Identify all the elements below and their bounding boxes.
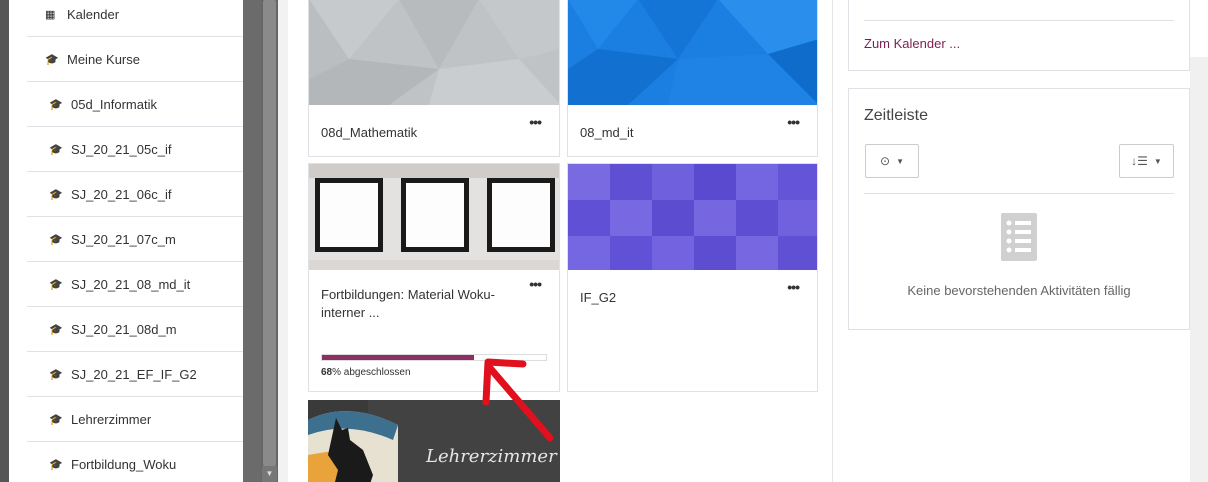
course-progress-fill bbox=[322, 355, 475, 360]
scroll-down-arrow-icon[interactable]: ▼ bbox=[262, 466, 277, 482]
graduation-cap-icon: 🎓 bbox=[49, 143, 63, 156]
page-scrollbar[interactable] bbox=[1190, 57, 1208, 482]
right-sidebar: Zum Kalender ... Zeitleiste ⊙ ▼ ↓☰ ▼ Keine… bbox=[833, 0, 1208, 482]
sidebar-item-course[interactable]: 🎓 SJ_20_21_08_md_it bbox=[27, 262, 243, 307]
sort-icon: ↓☰ bbox=[1131, 154, 1148, 168]
graduation-cap-icon: 🎓 bbox=[49, 368, 63, 381]
sidebar-item-label: SJ_20_21_05c_if bbox=[71, 141, 172, 157]
course-card[interactable]: 08_md_it ••• bbox=[567, 0, 818, 157]
course-menu-icon[interactable]: ••• bbox=[529, 276, 542, 292]
clock-icon: ⊙ bbox=[880, 154, 891, 168]
caret-down-icon: ▼ bbox=[896, 156, 904, 166]
course-card[interactable]: 08d_Mathematik ••• bbox=[308, 0, 560, 157]
annotation-arrow-icon bbox=[482, 358, 554, 442]
course-title[interactable]: 08_md_it bbox=[580, 124, 633, 142]
timeline-filter-dropdown[interactable]: ⊙ ▼ bbox=[865, 144, 919, 178]
course-menu-icon[interactable]: ••• bbox=[529, 114, 542, 130]
graduation-cap-icon: 🎓 bbox=[49, 323, 63, 336]
course-card[interactable]: IF_G2 ••• bbox=[567, 163, 818, 392]
sidebar-item-course[interactable]: 🎓 Fortbildung_Woku bbox=[27, 442, 243, 482]
graduation-cap-icon: 🎓 bbox=[49, 413, 63, 426]
course-menu-icon[interactable]: ••• bbox=[787, 279, 800, 295]
calendar-link[interactable]: Zum Kalender ... bbox=[864, 36, 960, 51]
sidebar-item-course[interactable]: 🎓 SJ_20_21_08d_m bbox=[27, 307, 243, 352]
sidebar-item-course[interactable]: 🎓 SJ_20_21_05c_if bbox=[27, 127, 243, 172]
sidebar-item-course[interactable]: 🎓 Lehrerzimmer bbox=[27, 397, 243, 442]
sidebar-item-label: Meine Kurse bbox=[67, 51, 140, 67]
sidebar-item-kalender[interactable]: ▦ Kalender bbox=[27, 0, 243, 37]
sidebar-item-meine-kurse[interactable]: 🎓 Meine Kurse bbox=[27, 37, 243, 82]
graduation-cap-icon: 🎓 bbox=[45, 53, 59, 66]
course-image bbox=[309, 164, 559, 270]
sidebar-item-label: SJ_20_21_07c_m bbox=[71, 231, 176, 247]
divider bbox=[864, 193, 1174, 194]
divider bbox=[864, 20, 1174, 21]
sidebar-item-label: Kalender bbox=[67, 6, 120, 22]
course-menu-icon[interactable]: ••• bbox=[787, 114, 800, 130]
course-title[interactable]: IF_G2 bbox=[580, 289, 616, 307]
course-progress-label: 68% abgeschlossen bbox=[321, 367, 411, 378]
calendar-panel: Zum Kalender ... bbox=[848, 0, 1190, 71]
course-image bbox=[568, 0, 817, 105]
course-title[interactable]: Fortbildungen: Material Woku-interner ..… bbox=[321, 286, 526, 322]
course-image-label: Lehrerzimmer bbox=[425, 446, 558, 467]
graduation-cap-icon: 🎓 bbox=[49, 98, 63, 111]
graduation-cap-icon: 🎓 bbox=[49, 459, 63, 471]
sidebar-item-label: SJ_20_21_EF_IF_G2 bbox=[71, 366, 197, 382]
timeline-title: Zeitleiste bbox=[864, 107, 929, 124]
calendar-icon: ▦ bbox=[45, 8, 56, 21]
timeline-sort-dropdown[interactable]: ↓☰ ▼ bbox=[1119, 144, 1174, 178]
sidebar-item-course[interactable]: 🎓 05d_Informatik bbox=[27, 82, 243, 127]
sidebar-item-label: SJ_20_21_08d_m bbox=[71, 321, 177, 337]
sidebar-item-label: SJ_20_21_08_md_it bbox=[71, 276, 191, 292]
course-image bbox=[568, 164, 817, 270]
course-title[interactable]: 08d_Mathematik bbox=[321, 124, 417, 142]
graduation-cap-icon: 🎓 bbox=[49, 278, 63, 291]
caret-down-icon: ▼ bbox=[1153, 156, 1162, 166]
sidebar-item-label: Lehrerzimmer bbox=[71, 411, 152, 427]
sidebar-item-course[interactable]: 🎓 SJ_20_21_EF_IF_G2 bbox=[27, 352, 243, 397]
graduation-cap-icon: 🎓 bbox=[49, 188, 63, 201]
sidebar-item-label: 05d_Informatik bbox=[71, 96, 157, 112]
sidebar-nav: ▦ Kalender 🎓 Meine Kurse 🎓 05d_Informati… bbox=[9, 0, 243, 482]
course-overview: 08d_Mathematik ••• 08_md_it ••• Fortbild… bbox=[288, 0, 833, 482]
sidebar-item-course[interactable]: 🎓 SJ_20_21_07c_m bbox=[27, 217, 243, 262]
timeline-empty-message: Keine bevorstehenden Aktivitäten fällig bbox=[907, 283, 1131, 298]
sidebar-item-label: Fortbildung_Woku bbox=[71, 457, 177, 472]
window-edge bbox=[0, 0, 9, 482]
sidebar-item-course[interactable]: 🎓 SJ_20_21_06c_if bbox=[27, 172, 243, 217]
graduation-cap-icon: 🎓 bbox=[49, 233, 63, 246]
empty-list-icon bbox=[1001, 213, 1037, 261]
course-image bbox=[309, 0, 559, 105]
timeline-panel: Zeitleiste ⊙ ▼ ↓☰ ▼ Keine bevorstehenden A… bbox=[848, 88, 1190, 330]
sidebar-scrollbar-thumb[interactable] bbox=[263, 0, 276, 466]
sidebar-item-label: SJ_20_21_06c_if bbox=[71, 186, 172, 202]
